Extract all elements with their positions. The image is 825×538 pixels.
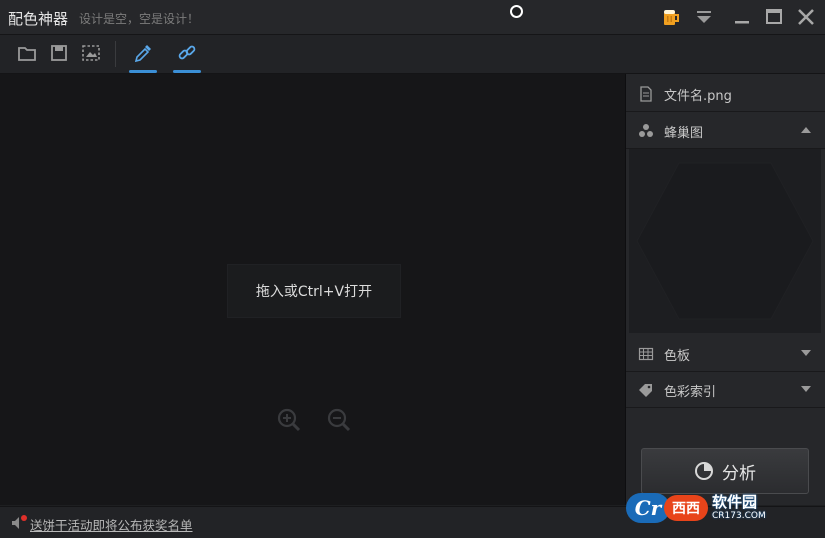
filename-label: 文件名.png — [664, 89, 732, 104]
watermark-domain: CR173.COM — [712, 511, 766, 521]
close-icon[interactable] — [795, 6, 817, 28]
honeycomb-icon — [638, 123, 654, 139]
honeycomb-view[interactable] — [629, 149, 821, 333]
color-index-label: 色彩索引 — [664, 385, 717, 400]
cursor-ring-icon — [510, 5, 523, 18]
open-folder-icon[interactable] — [15, 41, 39, 65]
pie-chart-icon — [695, 462, 713, 480]
tag-icon — [638, 382, 654, 398]
honeycomb-hexagon — [636, 162, 814, 320]
dropdown-menu-icon[interactable] — [693, 6, 715, 28]
honeycomb-label: 蜂巢图 — [664, 126, 704, 141]
color-index-section-header[interactable]: 色彩索引 — [626, 372, 825, 408]
app-title: 配色神器 — [8, 10, 69, 28]
expand-arrow-icon — [801, 348, 811, 358]
link-active-indicator — [173, 70, 201, 73]
save-icon[interactable] — [47, 41, 71, 65]
side-panel: 文件名.png 蜂巢图 色板 色彩索引 分析 — [626, 74, 825, 505]
eyedropper-icon[interactable] — [129, 41, 157, 73]
site-watermark: Cr 西西 软件园 CR173.COM — [626, 488, 806, 528]
image-canvas[interactable]: 拖入或Ctrl+V打开 — [0, 74, 626, 505]
expand-arrow-icon — [801, 384, 811, 394]
toolbar — [0, 35, 825, 74]
palette-grid-icon — [638, 346, 654, 362]
watermark-name: 软件园 — [712, 493, 758, 511]
palette-label: 色板 — [664, 349, 691, 364]
speaker-icon — [12, 515, 27, 529]
beer-icon[interactable] — [660, 6, 682, 28]
toolbar-separator — [115, 41, 116, 67]
watermark-mid: 西西 — [664, 495, 708, 521]
file-icon — [638, 86, 654, 102]
screenshot-icon[interactable] — [79, 41, 103, 65]
title-bar: 配色神器 设计是空，空是设计！ — [0, 0, 825, 35]
maximize-icon[interactable] — [763, 6, 785, 28]
open-hint-button[interactable]: 拖入或Ctrl+V打开 — [227, 264, 401, 318]
link-icon[interactable] — [173, 41, 201, 73]
announcement-link[interactable]: 送饼干活动即将公布获奖名单 — [30, 515, 193, 534]
zoom-in-icon[interactable] — [273, 404, 305, 436]
minimize-icon[interactable] — [731, 6, 753, 28]
eyedropper-active-indicator — [129, 70, 157, 73]
filename-row: 文件名.png — [626, 76, 825, 112]
app-slogan: 设计是空，空是设计！ — [79, 12, 200, 26]
palette-section-header[interactable]: 色板 — [626, 336, 825, 372]
analyze-label: 分析 — [722, 463, 756, 484]
zoom-out-icon[interactable] — [323, 404, 355, 436]
collapse-arrow-icon — [801, 125, 811, 135]
honeycomb-section-header[interactable]: 蜂巢图 — [626, 113, 825, 149]
